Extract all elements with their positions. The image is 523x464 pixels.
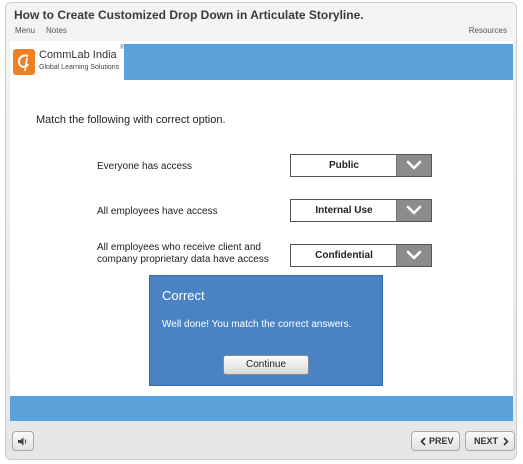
- logo: CommLab India ® Global Learning Solution…: [10, 44, 124, 80]
- next-button[interactable]: NEXT: [465, 431, 515, 451]
- dropdown-2-toggle[interactable]: [396, 200, 431, 221]
- slide-header: CommLab India ® Global Learning Solution…: [10, 44, 513, 80]
- continue-button[interactable]: Continue: [223, 355, 309, 375]
- prev-button[interactable]: PREV: [411, 431, 460, 451]
- logo-name: CommLab India: [39, 49, 117, 61]
- next-label: NEXT: [474, 436, 499, 446]
- tab-menu[interactable]: Menu: [15, 26, 35, 35]
- dropdown-3-value: Confidential: [315, 250, 373, 261]
- chevron-down-icon: [406, 205, 422, 215]
- dropdown-3-toggle[interactable]: [396, 245, 431, 266]
- dropdown-1[interactable]: Public: [290, 154, 432, 177]
- player-menubar: Menu Notes Resources: [6, 25, 516, 39]
- slide-footer: [10, 396, 513, 421]
- tab-notes[interactable]: Notes: [46, 26, 67, 35]
- course-player: How to Create Customized Drop Down in Ar…: [5, 2, 517, 460]
- dropdown-1-value: Public: [328, 160, 359, 171]
- logo-tagline: Global Learning Solutions: [39, 64, 120, 71]
- tab-resources[interactable]: Resources: [469, 26, 507, 35]
- feedback-message: Well done! You match the correct answers…: [162, 319, 352, 330]
- match-label-1: Everyone has access: [97, 161, 193, 172]
- prev-label: PREV: [429, 436, 454, 446]
- dropdown-1-toggle[interactable]: [396, 155, 431, 176]
- dropdown-3[interactable]: Confidential: [290, 244, 432, 267]
- instruction-text: Match the following with correct option.: [36, 114, 226, 126]
- dropdown-2-value: Internal Use: [315, 205, 373, 216]
- commlab-logo-icon: [13, 49, 35, 75]
- feedback-layer: Correct Well done! You match the correct…: [149, 275, 383, 386]
- logo-registered-mark: ®: [120, 45, 125, 51]
- chevron-down-icon: [406, 160, 422, 170]
- dropdown-2[interactable]: Internal Use: [290, 199, 432, 222]
- chevron-down-icon: [406, 250, 422, 260]
- slide-area: CommLab India ® Global Learning Solution…: [10, 41, 513, 421]
- chevron-right-icon: [503, 437, 509, 446]
- volume-button[interactable]: [12, 431, 34, 451]
- feedback-title: Correct: [162, 288, 205, 303]
- match-label-3: All employees who receive client and com…: [97, 242, 269, 265]
- match-label-2: All employees have access: [97, 206, 218, 217]
- volume-icon: [18, 437, 27, 446]
- course-title: How to Create Customized Drop Down in Ar…: [14, 8, 364, 22]
- chevron-left-icon: [420, 437, 426, 446]
